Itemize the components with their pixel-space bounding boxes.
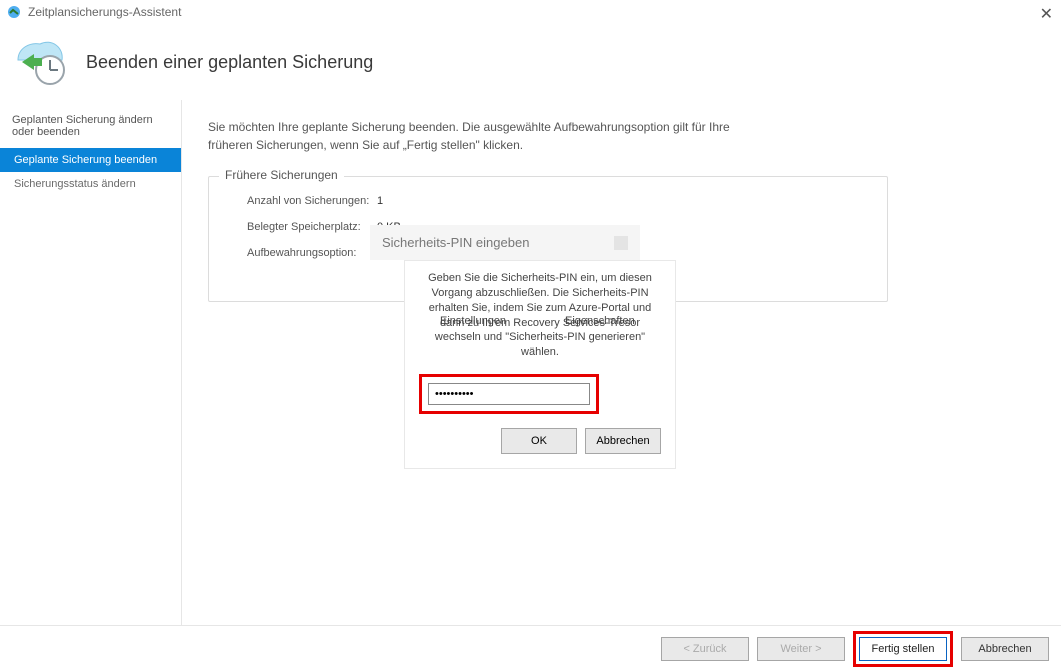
window-title: Zeitplansicherungs-Assistent: [28, 5, 181, 19]
pin-input-highlight: [419, 374, 599, 414]
security-pin-dialog: Geben Sie die Sicherheits-PIN ein, um di…: [404, 260, 676, 469]
row-backup-count: Anzahl von Sicherungen: 1: [247, 195, 869, 207]
back-button[interactable]: < Zurück: [661, 637, 749, 661]
pin-header-bar: Sicherheits-PIN eingeben: [370, 225, 650, 260]
finish-highlight: Fertig stellen: [853, 631, 953, 667]
titlebar: Zeitplansicherungs-Assistent ✕: [0, 0, 1061, 24]
pin-dialog-buttons: OK Abbrechen: [419, 428, 661, 454]
sidebar-item-stop-backup[interactable]: Geplante Sicherung beenden: [0, 148, 181, 172]
pin-header-close-icon[interactable]: [614, 236, 628, 250]
security-pin-input[interactable]: [428, 383, 590, 405]
pin-cancel-button[interactable]: Abbrechen: [585, 428, 661, 454]
label-retention: Aufbewahrungsoption:: [247, 247, 377, 259]
app-icon: [6, 4, 22, 20]
value-backup-count: 1: [377, 195, 383, 207]
sidebar-item-change-status[interactable]: Sicherungsstatus ändern: [0, 172, 181, 196]
group-legend: Frühere Sicherungen: [219, 168, 344, 182]
label-disk-space: Belegter Speicherplatz:: [247, 221, 377, 233]
page-heading: Beenden einer geplanten Sicherung: [86, 52, 373, 73]
label-backup-count: Anzahl von Sicherungen:: [247, 195, 377, 207]
footer: < Zurück Weiter > Fertig stellen Abbrech…: [0, 625, 1061, 671]
header: Beenden einer geplanten Sicherung: [0, 24, 1061, 108]
close-icon[interactable]: ✕: [1040, 4, 1053, 24]
next-button[interactable]: Weiter >: [757, 637, 845, 661]
cancel-button[interactable]: Abbrechen: [961, 637, 1049, 661]
sidebar-section-title: Geplanten Sicherung ändern oder beenden: [0, 108, 181, 148]
pin-ok-button[interactable]: OK: [501, 428, 577, 454]
intro-text: Sie möchten Ihre geplante Sicherung been…: [208, 118, 768, 154]
wizard-icon: [12, 34, 68, 90]
finish-button[interactable]: Fertig stellen: [859, 637, 947, 661]
pin-dialog-message: Geben Sie die Sicherheits-PIN ein, um di…: [419, 271, 661, 360]
sidebar: Geplanten Sicherung ändern oder beenden …: [0, 100, 182, 625]
pin-header-title: Sicherheits-PIN eingeben: [382, 235, 529, 250]
